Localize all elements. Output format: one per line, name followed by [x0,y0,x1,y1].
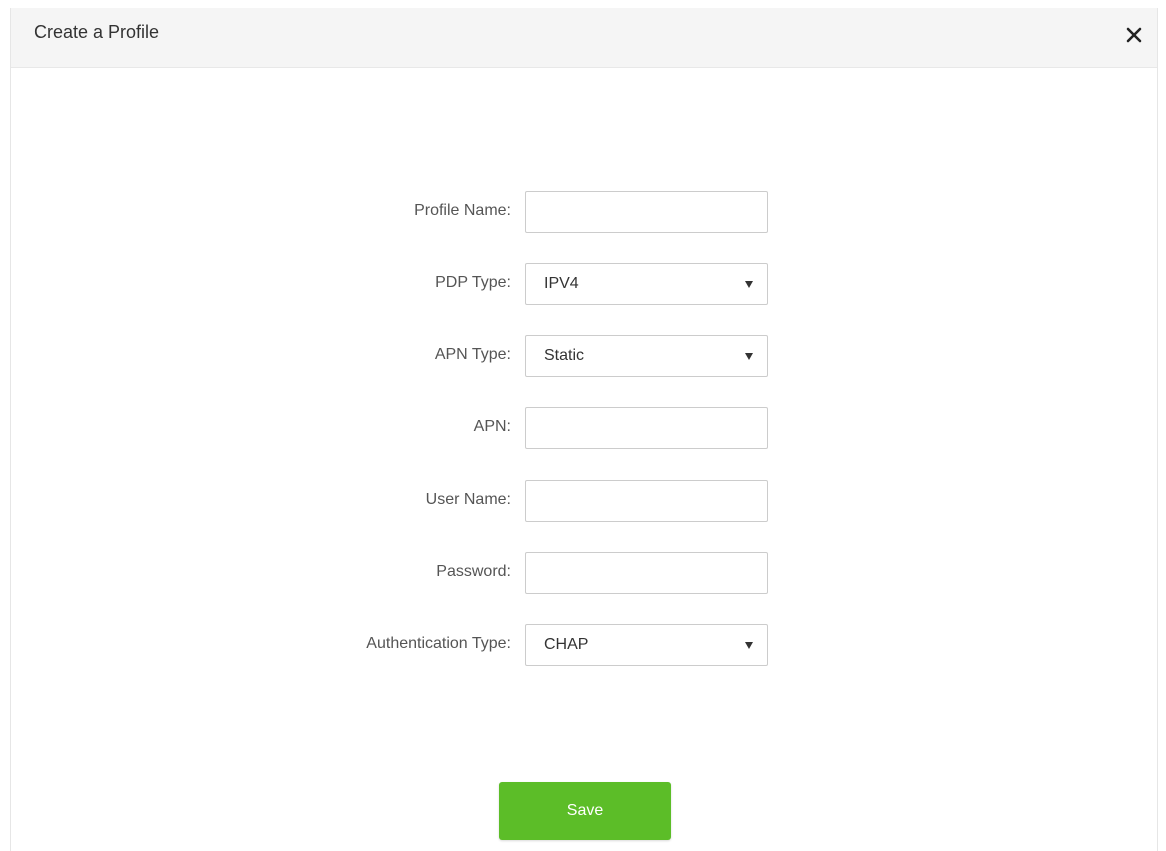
caret-down-icon [745,281,753,288]
save-button[interactable]: Save [499,782,671,840]
dialog-title: Create a Profile [34,22,160,42]
password-row: Password: [11,552,1157,594]
create-profile-dialog: Create a Profile Profile Name: PDP Type:… [10,8,1158,851]
close-button[interactable] [1121,22,1147,48]
dialog-header: Create a Profile [11,8,1157,68]
password-label: Password: [436,563,511,580]
apn-type-select[interactable]: Static [525,335,768,377]
close-icon [1126,27,1142,43]
auth-type-label: Authentication Type: [366,635,511,652]
pdp-type-select[interactable]: IPV4 [525,263,768,305]
user-name-row: User Name: [11,480,1157,522]
profile-name-label: Profile Name: [414,202,511,219]
auth-type-select[interactable]: CHAP [525,624,768,666]
apn-row: APN: [11,407,1157,449]
profile-name-input[interactable] [525,191,768,233]
pdp-type-value: IPV4 [544,275,579,292]
pdp-type-label: PDP Type: [435,274,511,291]
pdp-type-row: PDP Type: IPV4 [11,263,1157,305]
auth-type-row: Authentication Type: CHAP [11,624,1157,666]
apn-type-row: APN Type: Static [11,335,1157,377]
user-name-label: User Name: [425,491,511,508]
profile-name-row: Profile Name: [11,191,1157,233]
auth-type-value: CHAP [544,636,589,653]
apn-input[interactable] [525,407,768,449]
caret-down-icon [745,353,753,360]
apn-label: APN: [473,418,511,435]
apn-type-value: Static [544,347,585,364]
caret-down-icon [745,642,753,649]
password-input[interactable] [525,552,768,594]
user-name-input[interactable] [525,480,768,522]
apn-type-label: APN Type: [434,346,511,363]
